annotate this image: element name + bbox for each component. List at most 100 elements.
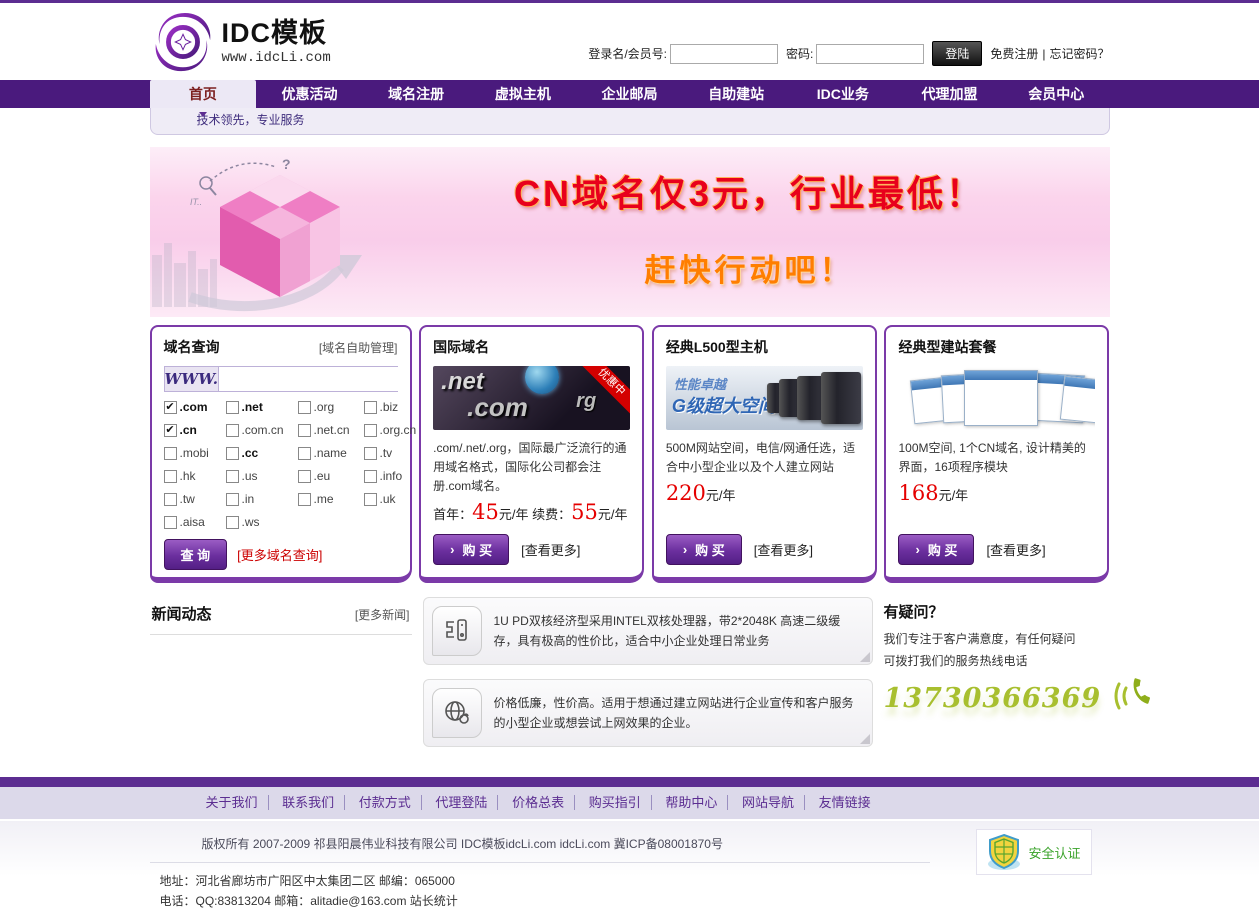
tld-checkbox-cn[interactable]: ✔ <box>164 424 177 437</box>
contact-line2: 可拨打我们的服务热线电话 <box>884 650 1110 672</box>
nav-item-idc-services[interactable]: IDC业务 <box>790 80 897 108</box>
nav-item-domain-registration[interactable]: 域名注册 <box>363 80 470 108</box>
tld-checkbox-cc[interactable] <box>226 447 239 460</box>
host-more-link[interactable]: [查看更多] <box>754 540 813 559</box>
tld-checkbox-tv[interactable] <box>364 447 377 460</box>
site-buy-button[interactable]: ›购 买 <box>898 534 974 565</box>
site-more-link[interactable]: [查看更多] <box>986 540 1045 559</box>
password-label: 密码: <box>786 45 813 62</box>
renew-price: 55 <box>571 500 598 524</box>
tld-checkbox-us[interactable] <box>226 470 239 483</box>
contact-info-line: 电话：QQ:83813204 邮箱：alitadie@163.com 站长统计 <box>150 891 1110 911</box>
svg-text:?: ? <box>282 156 291 172</box>
host-image-caption2: G级超大空间 <box>672 392 776 418</box>
feature-text: 1U PD双核经济型采用INTEL双核处理器，带2*2048K 高速二级缓存，具… <box>494 611 864 651</box>
cube-illustration: ? IT.. <box>150 147 410 317</box>
security-badge[interactable]: 安全认证 <box>976 829 1092 875</box>
nav-item-agents[interactable]: 代理加盟 <box>896 80 1003 108</box>
login-bar: 登录名/会员号: 密码: 登陆 免费注册 | 忘记密码？ <box>588 41 1109 66</box>
logo-swirl-icon <box>152 11 214 73</box>
tld-checkbox-net[interactable] <box>226 401 239 414</box>
footer-link-contact[interactable]: 联系我们 <box>272 795 345 810</box>
more-domain-search-link[interactable]: [更多域名查询] <box>237 545 322 564</box>
tld-checkbox-in[interactable] <box>226 493 239 506</box>
tld-checkbox-aisa[interactable] <box>164 516 177 529</box>
domain-search-button[interactable]: 查 询 <box>164 539 228 570</box>
footer-link-payment[interactable]: 付款方式 <box>349 795 422 810</box>
feature-card-web[interactable]: 价格低廉，性价高。适用于想通过建立网站进行企业宣传和客户服务的小型企业或想尝试上… <box>423 679 873 747</box>
com-3d-text: .com <box>467 392 528 423</box>
footer-link-sitemap[interactable]: 网站导航 <box>732 795 805 810</box>
login-button[interactable]: 登陆 <box>932 41 982 66</box>
contact-title: 有疑问？ <box>884 597 1110 622</box>
forgot-password-link[interactable]: 忘记密码？ <box>1049 45 1109 62</box>
tld-checkbox-org[interactable] <box>298 401 311 414</box>
tld-checkbox-name[interactable] <box>298 447 311 460</box>
hotline-number: 13730366369 <box>884 683 1102 714</box>
tld-checkbox-uk[interactable] <box>364 493 377 506</box>
first-year-price: 45 <box>472 500 499 524</box>
password-input[interactable] <box>816 44 924 64</box>
host-image: 性能卓越 G级超大空间 <box>666 366 863 430</box>
svg-text:IT..: IT.. <box>190 197 202 207</box>
intl-domain-image: .net .com rg 优惠中 <box>433 366 630 430</box>
site-url: www.idcLi.com <box>222 50 331 66</box>
host-panel: 经典L500型主机 性能卓越 G级超大空间 500M网站空间，电信/网通任选，适… <box>652 325 877 583</box>
footer-link-buy-guide[interactable]: 购买指引 <box>579 795 652 810</box>
logo[interactable]: IDC模板 www.idcLi.com <box>152 11 331 73</box>
more-news-link[interactable]: [更多新闻] <box>355 606 410 623</box>
tld-checkbox-me[interactable] <box>298 493 311 506</box>
intl-domain-panel: 国际域名 .net .com rg 优惠中 .com/.net/.org，国际最… <box>419 325 644 583</box>
footer-link-price-list[interactable]: 价格总表 <box>502 795 575 810</box>
tld-checkbox-biz[interactable] <box>364 401 377 414</box>
nav-item-virtual-hosting[interactable]: 虚拟主机 <box>470 80 577 108</box>
host-buy-button[interactable]: ›购 买 <box>666 534 742 565</box>
site-package-image <box>898 366 1095 430</box>
link-separator: | <box>1042 47 1045 61</box>
header: IDC模板 www.idcLi.com 登录名/会员号: 密码: 登陆 免费注册… <box>150 3 1110 80</box>
www-prefix: WWW. <box>165 367 218 391</box>
tld-checkbox-hk[interactable] <box>164 470 177 483</box>
host-price-value: 220 <box>666 481 706 505</box>
tld-checkbox-com[interactable]: ✔ <box>164 401 177 414</box>
tld-checkbox-com-cn[interactable] <box>226 424 239 437</box>
footer-link-help-center[interactable]: 帮助中心 <box>655 795 728 810</box>
intl-more-link[interactable]: [查看更多] <box>521 540 580 559</box>
globe-icon <box>432 688 482 738</box>
tld-checkbox-org-cn[interactable] <box>364 424 377 437</box>
intl-domain-desc: .com/.net/.org，国际最广泛流行的通用域名格式，国际化公司都会注册.… <box>433 439 630 496</box>
news-section: 新闻动态 [更多新闻] <box>150 597 412 763</box>
footer-link-about[interactable]: 关于我们 <box>196 795 269 810</box>
nav-item-member-center[interactable]: 会员中心 <box>1003 80 1110 108</box>
nav-item-site-builder[interactable]: 自助建站 <box>683 80 790 108</box>
nav-item-promotions[interactable]: 优惠活动 <box>256 80 363 108</box>
site-package-panel: 经典型建站套餐 100M空间, 1个CN域名, 设计精美的界面，16项程序模块 … <box>884 325 1109 583</box>
nav-item-home[interactable]: 首页 <box>150 80 257 108</box>
domain-self-manage-link[interactable]: [域名自助管理] <box>319 339 398 356</box>
tld-checkbox-ws[interactable] <box>226 516 239 529</box>
username-input[interactable] <box>670 44 778 64</box>
contact-section: 有疑问？ 我们专注于客户满意度，有任何疑问 可拨打我们的服务热线电话 13730… <box>884 597 1110 763</box>
footer-link-friendly[interactable]: 友情链接 <box>809 795 881 810</box>
feature-card-server[interactable]: 1U PD双核经济型采用INTEL双核处理器，带2*2048K 高速二级缓存，具… <box>423 597 873 665</box>
promo-banner[interactable]: ? IT.. CN域名仅3元，行业最低！ 赶快行动吧！ <box>150 147 1110 317</box>
intl-buy-button[interactable]: ›购 买 <box>433 534 509 565</box>
footer-link-agent-login[interactable]: 代理登陆 <box>425 795 498 810</box>
footer-accent-bar <box>0 777 1259 787</box>
tld-checkbox-info[interactable] <box>364 470 377 483</box>
domain-input[interactable] <box>218 367 403 391</box>
domain-search-title: 域名查询 <box>164 337 220 357</box>
tld-checkbox-tw[interactable] <box>164 493 177 506</box>
globe-graphic <box>525 366 559 394</box>
register-link[interactable]: 免费注册 <box>990 45 1038 62</box>
tld-checkbox-net-cn[interactable] <box>298 424 311 437</box>
tld-checkbox-eu[interactable] <box>298 470 311 483</box>
shield-icon <box>986 833 1022 871</box>
contact-line1: 我们专注于客户满意度，有任何疑问 <box>884 628 1110 650</box>
slogan-text: 技术领先，专业服务 <box>197 113 305 127</box>
server-icon <box>432 606 482 656</box>
footer: 关于我们 联系我们 付款方式 代理登陆 价格总表 购买指引 帮助中心 网站导航 … <box>0 777 1259 900</box>
tld-checkbox-mobi[interactable] <box>164 447 177 460</box>
org-3d-text: rg <box>576 390 596 413</box>
nav-item-enterprise-mail[interactable]: 企业邮局 <box>576 80 683 108</box>
